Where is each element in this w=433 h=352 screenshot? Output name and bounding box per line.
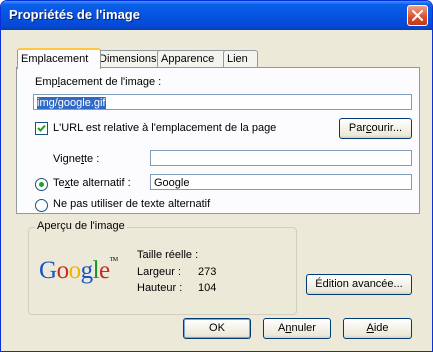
logo-letter: g xyxy=(80,257,94,284)
tab-apparence[interactable]: Apparence xyxy=(157,50,229,67)
dialog-title: Propriétés de l'image xyxy=(9,7,140,22)
close-button[interactable] xyxy=(407,5,428,26)
help-button[interactable]: Aide xyxy=(343,318,412,339)
location-input[interactable]: img/google.gif xyxy=(33,94,412,110)
access-key: l xyxy=(57,76,61,88)
access-key: x xyxy=(64,177,71,189)
alt-text-radio[interactable] xyxy=(35,178,48,191)
tab-label: Apparence xyxy=(161,53,215,65)
advanced-edit-button[interactable]: Édition avancée... xyxy=(306,274,412,295)
radio-dot xyxy=(39,182,44,187)
relative-url-checkbox[interactable] xyxy=(35,122,48,135)
browse-button[interactable]: Parcourir... xyxy=(339,118,412,139)
tab-label: Lien xyxy=(227,53,248,65)
tab-lien[interactable]: Lien xyxy=(223,50,258,67)
actual-size-label: Taille réelle : xyxy=(137,249,199,261)
relative-url-label: L'URL est relative à l'emplacement de la… xyxy=(53,122,277,134)
access-key: c xyxy=(366,122,372,134)
location-value: img/google.gif xyxy=(37,97,106,109)
logo-letter: o xyxy=(68,257,82,284)
thumbnail-input[interactable] xyxy=(150,150,412,166)
width-value: 273 xyxy=(198,266,217,278)
logo-letter: G xyxy=(39,257,57,284)
no-alt-text-label: Ne pas utiliser de texte alternatif xyxy=(53,198,211,210)
tab-label: Emplacement xyxy=(21,53,89,65)
tab-label: Dimensions xyxy=(99,53,157,65)
cancel-button[interactable]: Annuler xyxy=(263,318,331,339)
tab-emplacement[interactable]: Emplacement xyxy=(17,48,101,69)
access-key: t xyxy=(80,153,84,165)
google-logo-text: Google xyxy=(39,257,110,284)
thumbnail-label: Vignette : xyxy=(53,153,100,165)
close-icon xyxy=(412,10,423,21)
width-label: Largeur : xyxy=(137,266,182,278)
preview-group-title: Aperçu de l'image xyxy=(35,220,127,232)
title-bar[interactable]: Propriétés de l'image xyxy=(1,1,432,30)
logo-letter: e xyxy=(99,257,110,284)
access-key: n xyxy=(285,322,292,334)
logo-tm: TM xyxy=(109,257,119,263)
access-key: A xyxy=(366,322,374,334)
ok-button[interactable]: OK xyxy=(183,318,251,339)
height-label: Hauteur : xyxy=(137,282,183,294)
no-alt-text-radio[interactable] xyxy=(35,199,48,212)
tab-panel-emplacement xyxy=(16,67,420,214)
google-logo-preview: GoogleTM xyxy=(39,257,118,285)
image-properties-dialog: Propriétés de l'image Emplacement Dimens… xyxy=(0,0,433,352)
check-icon xyxy=(37,124,46,132)
tab-dimensions[interactable]: Dimensions xyxy=(95,50,163,67)
alt-text-input[interactable]: Google xyxy=(150,174,412,190)
location-label: Emplacement de l'image : xyxy=(35,76,162,88)
height-value: 104 xyxy=(198,282,217,294)
alt-text-label: Texte alternatif : xyxy=(53,177,131,189)
logo-letter: o xyxy=(56,257,70,284)
